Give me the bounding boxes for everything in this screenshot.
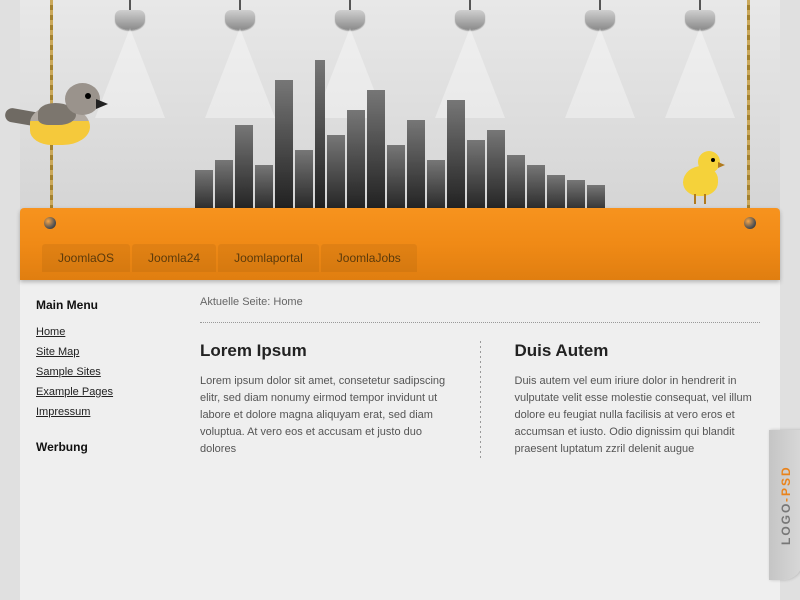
list-item: Example Pages bbox=[36, 384, 164, 398]
content-area: Main Menu Home Site Map Sample Sites Exa… bbox=[20, 280, 780, 600]
header-illustration bbox=[20, 0, 780, 220]
list-item: Sample Sites bbox=[36, 364, 164, 378]
sidetab-part2: PSD bbox=[779, 465, 793, 496]
bolt-icon bbox=[44, 217, 56, 229]
article-left: Lorem Ipsum Lorem ipsum dolor sit amet, … bbox=[200, 341, 446, 458]
city-skyline-icon bbox=[140, 60, 660, 220]
sidebar-heading-mainmenu: Main Menu bbox=[36, 298, 164, 312]
list-item: Home bbox=[36, 324, 164, 338]
breadcrumb-current: Home bbox=[273, 296, 302, 308]
sidetab-sep: - bbox=[779, 496, 793, 502]
main-nav: JoomlaOS Joomla24 Joomlaportal JoomlaJob… bbox=[20, 208, 780, 280]
nav-tab-joomlaportal[interactable]: Joomlaportal bbox=[218, 244, 319, 272]
article-heading: Lorem Ipsum bbox=[200, 341, 446, 361]
article-right: Duis Autem Duis autem vel eum iriure dol… bbox=[515, 341, 761, 458]
rope-icon bbox=[747, 0, 750, 212]
lamp-icon bbox=[330, 0, 370, 55]
sidebar: Main Menu Home Site Map Sample Sites Exa… bbox=[20, 280, 180, 600]
lamp-icon bbox=[450, 0, 490, 55]
nav-tabs: JoomlaOS Joomla24 Joomlaportal JoomlaJob… bbox=[42, 244, 417, 272]
lamp-icon bbox=[580, 0, 620, 55]
article-columns: Lorem Ipsum Lorem ipsum dolor sit amet, … bbox=[200, 341, 760, 458]
menu-link-home[interactable]: Home bbox=[36, 326, 65, 338]
menu-link-samplesites[interactable]: Sample Sites bbox=[36, 366, 101, 378]
breadcrumb: Aktuelle Seite: Home bbox=[200, 296, 760, 308]
article-body: Lorem ipsum dolor sit amet, consetetur s… bbox=[200, 373, 446, 458]
bird-icon bbox=[10, 55, 120, 175]
chick-icon bbox=[678, 148, 728, 203]
list-item: Site Map bbox=[36, 344, 164, 358]
list-item: Impressum bbox=[36, 404, 164, 418]
menu-link-sitemap[interactable]: Site Map bbox=[36, 346, 79, 358]
column-divider-icon bbox=[480, 341, 481, 458]
breadcrumb-prefix: Aktuelle Seite: bbox=[200, 296, 273, 308]
lamp-icon bbox=[680, 0, 720, 55]
bolt-icon bbox=[744, 217, 756, 229]
page: JoomlaOS Joomla24 Joomlaportal JoomlaJob… bbox=[20, 0, 780, 600]
nav-tab-joomlajobs[interactable]: JoomlaJobs bbox=[321, 244, 417, 272]
lamp-icon bbox=[220, 0, 260, 55]
sidetab-part1: LOGO bbox=[779, 502, 793, 545]
nav-tab-joomla24[interactable]: Joomla24 bbox=[132, 244, 216, 272]
sidebar-heading-ads: Werbung bbox=[36, 440, 164, 454]
main-panel: Aktuelle Seite: Home Lorem Ipsum Lorem i… bbox=[180, 280, 780, 600]
nav-tab-joomlaos[interactable]: JoomlaOS bbox=[42, 244, 130, 272]
main-menu: Home Site Map Sample Sites Example Pages… bbox=[36, 324, 164, 418]
lamp-icon bbox=[110, 0, 150, 55]
logo-psd-tab[interactable]: LOGO - PSD bbox=[769, 430, 800, 580]
article-body: Duis autem vel eum iriure dolor in hendr… bbox=[515, 373, 761, 458]
menu-link-examplepages[interactable]: Example Pages bbox=[36, 386, 113, 398]
menu-link-impressum[interactable]: Impressum bbox=[36, 406, 90, 418]
divider-icon bbox=[200, 322, 760, 323]
article-heading: Duis Autem bbox=[515, 341, 761, 361]
